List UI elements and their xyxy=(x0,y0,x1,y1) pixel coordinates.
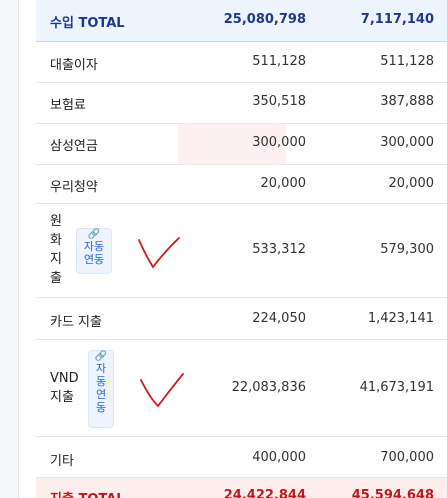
table-row: 기타 400,000 700,000 xyxy=(36,437,447,478)
row-value-col1[interactable]: 400,000 xyxy=(186,450,306,465)
row-value-col2[interactable]: 20,000 xyxy=(316,176,435,191)
row-value-col1[interactable]: 224,050 xyxy=(186,311,306,326)
red-checkmark-icon xyxy=(140,373,184,408)
expense-total-label: 지출 TOTAL xyxy=(50,488,125,498)
row-value-col1[interactable]: 20,000 xyxy=(186,176,307,191)
row-label: 카드 지출 xyxy=(50,315,102,330)
label-char: 화 xyxy=(50,233,62,248)
krw-expense-row: 원 화 지 출 🔗 자동 연동 533,312 579,300 xyxy=(36,204,447,298)
link-icon: 🔗 xyxy=(94,351,108,362)
row-value-col2[interactable]: 700,000 xyxy=(316,450,434,465)
auto-sync-badge[interactable]: 🔗 자 동 연 동 xyxy=(88,350,114,428)
expense-total-col2: 45,594,648 xyxy=(351,488,434,498)
row-value-col2[interactable]: 579,300 xyxy=(316,242,434,257)
row-value-col1[interactable]: 22,083,836 xyxy=(186,380,306,395)
row-value-col1[interactable]: 350,518 xyxy=(186,94,306,109)
badge-text: 자동 xyxy=(83,240,105,253)
income-total-label: 수입 TOTAL xyxy=(50,16,125,31)
left-panel-edge xyxy=(0,0,19,498)
income-total-row: 수입 TOTAL 25,080,798 7,117,140 xyxy=(36,0,447,42)
table-row: 카드 지출 224,050 1,423,141 xyxy=(36,298,447,340)
row-value-col2[interactable]: 300,000 xyxy=(316,135,434,150)
label-char: 지 xyxy=(50,252,62,267)
table-row: 삼성연금 300,000 300,000 xyxy=(36,124,447,165)
label-line: 지출 xyxy=(50,390,74,405)
badge-text: 자 xyxy=(95,362,107,375)
row-label: 보험료 xyxy=(50,98,86,113)
row-value-col1[interactable]: 533,312 xyxy=(186,242,306,257)
row-value-col1[interactable]: 511,128 xyxy=(186,54,306,69)
badge-text: 동 xyxy=(95,401,107,414)
row-label: 대출이자 xyxy=(50,58,98,73)
row-value-col1[interactable]: 300,000 xyxy=(186,135,306,150)
table-row: 보험료 350,518 387,888 xyxy=(36,83,447,124)
vnd-expense-row: VND 지출 🔗 자 동 연 동 22,083,836 41,673,191 xyxy=(36,340,447,437)
expense-total-col1: 24,422,844 xyxy=(223,488,306,498)
label-line: VND xyxy=(50,371,79,386)
income-total-col2: 7,117,140 xyxy=(360,12,434,27)
link-icon: 🔗 xyxy=(87,229,101,240)
badge-text: 연 xyxy=(95,388,107,401)
table-row: 우리청약 20,000 20,000 xyxy=(36,165,447,204)
red-checkmark-icon xyxy=(138,237,180,269)
badge-text: 연동 xyxy=(83,253,105,266)
row-label: 우리청약 xyxy=(50,180,98,195)
expense-total-row: 지출 TOTAL 24,422,844 45,594,648 xyxy=(36,478,447,498)
label-char: 원 xyxy=(50,214,62,229)
income-total-col1: 25,080,798 xyxy=(223,12,306,27)
badge-text: 동 xyxy=(95,375,107,388)
row-label: VND 지출 xyxy=(50,369,79,407)
row-value-col2[interactable]: 511,128 xyxy=(316,54,434,69)
row-value-col2[interactable]: 41,673,191 xyxy=(316,380,434,395)
row-label: 기타 xyxy=(50,454,74,469)
row-value-col2[interactable]: 1,423,141 xyxy=(316,311,434,326)
table-row: 대출이자 511,128 511,128 xyxy=(36,42,447,83)
row-label: 원 화 지 출 xyxy=(50,212,62,288)
row-value-col2[interactable]: 387,888 xyxy=(316,94,434,109)
auto-sync-badge[interactable]: 🔗 자동 연동 xyxy=(76,228,112,274)
label-char: 출 xyxy=(50,271,62,286)
row-label: 삼성연금 xyxy=(50,139,98,154)
